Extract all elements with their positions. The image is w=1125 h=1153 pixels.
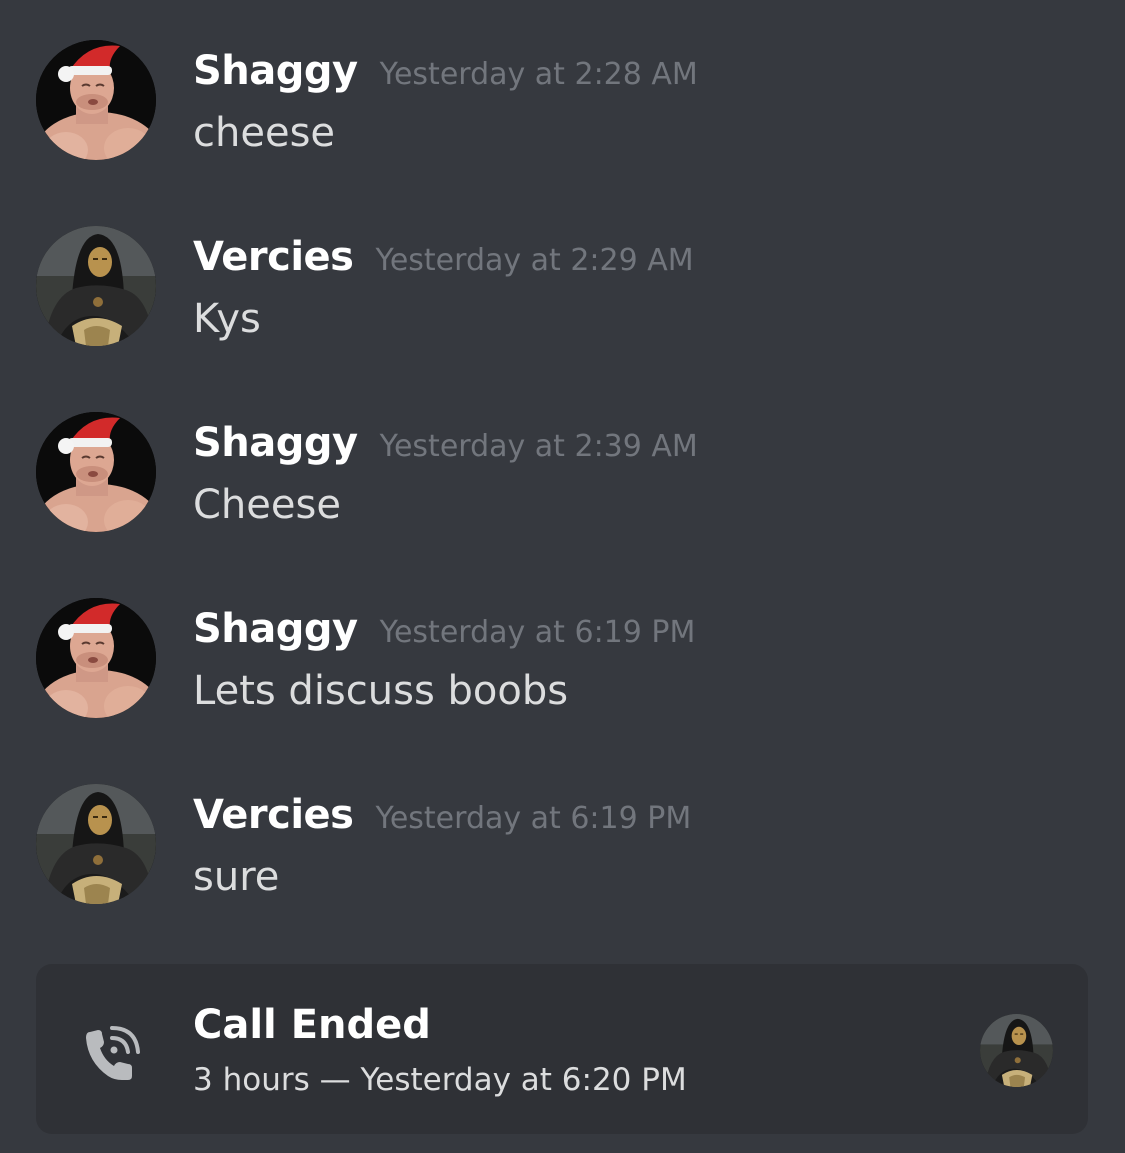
message-item[interactable]: Shaggy Yesterday at 6:19 PM Lets discuss b… [0,598,1125,748]
message-content: Kys [193,296,261,342]
author-name[interactable]: Vercies Yesterday at 6:19 PM [193,792,691,838]
message-content: cheese [193,110,336,156]
message-timestamp: Yesterday at 2:28 AM [379,57,698,92]
message-timestamp: Yesterday at 6:19 PM [375,801,692,836]
message-item[interactable]: Vercies Yesterday at 6:19 PM sure [0,784,1125,934]
shaggy-avatar[interactable] [36,598,156,718]
author-label[interactable]: Vercies [193,234,354,280]
message-timestamp: Yesterday at 2:29 AM [375,243,694,278]
author-name[interactable]: Shaggy Yesterday at 2:28 AM [193,48,698,94]
shaggy-avatar[interactable] [36,412,156,532]
message-content: Lets discuss boobs [193,668,569,714]
vercies-avatar[interactable] [36,226,156,346]
author-name[interactable]: Shaggy Yesterday at 2:39 AM [193,420,698,466]
call-detail: 3 hours — Yesterday at 6:20 PM [193,1062,687,1098]
author-label[interactable]: Shaggy [193,606,358,652]
message-timestamp: Yesterday at 2:39 AM [379,429,698,464]
call-title: Call Ended [193,1002,431,1048]
message-item[interactable]: Shaggy Yesterday at 2:28 AM cheese [0,40,1125,190]
shaggy-avatar[interactable] [36,40,156,160]
call-ended-card[interactable]: Call Ended 3 hours — Yesterday at 6:20 P… [36,964,1088,1134]
message-timestamp: Yesterday at 6:19 PM [379,615,696,650]
author-label[interactable]: Vercies [193,792,354,838]
author-name[interactable]: Vercies Yesterday at 2:29 AM [193,234,694,280]
author-label[interactable]: Shaggy [193,48,358,94]
call-participant-avatar[interactable] [980,1014,1053,1087]
phone-call-ended-icon [82,1024,142,1084]
author-label[interactable]: Shaggy [193,420,358,466]
message-item[interactable]: Shaggy Yesterday at 2:39 AM Cheese [0,412,1125,562]
message-item[interactable]: Vercies Yesterday at 2:29 AM Kys [0,226,1125,376]
vercies-avatar[interactable] [36,784,156,904]
message-content: Cheese [193,482,341,528]
message-content: sure [193,854,280,900]
author-name[interactable]: Shaggy Yesterday at 6:19 PM [193,606,695,652]
